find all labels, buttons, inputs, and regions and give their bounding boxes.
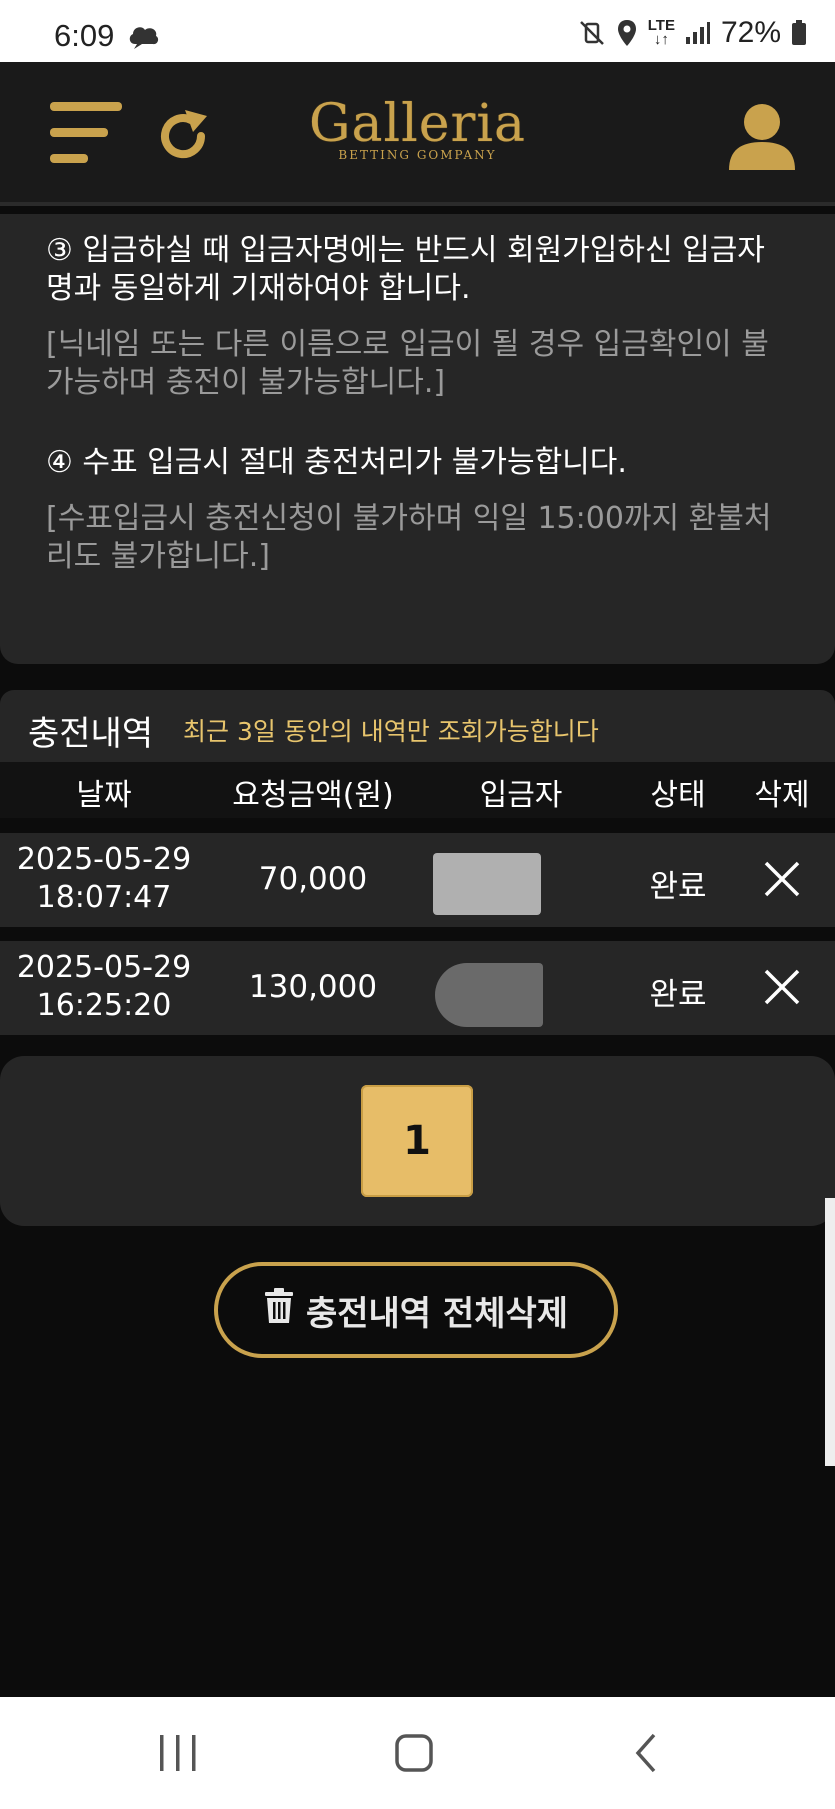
- status-icons: LTE ↓↑ 72%: [578, 16, 807, 50]
- column-depositor: 입금자: [479, 778, 563, 813]
- battery-icon: [791, 20, 807, 46]
- delete-row-icon[interactable]: [762, 967, 802, 1011]
- notice-item-4-detail: [수표입금시 충전신청이 불가하며 익일 15:00까지 환불처리도 불가합니다…: [46, 501, 772, 574]
- delete-all-history-button[interactable]: 충전내역 전체삭제: [214, 1262, 618, 1358]
- page-button-1[interactable]: 1: [361, 1085, 473, 1197]
- back-icon[interactable]: [634, 1733, 658, 1777]
- row-time: 18:07:47: [36, 880, 172, 915]
- row-date: 2025-05-29: [16, 950, 192, 985]
- location-icon: [616, 19, 638, 47]
- logo-text: Galleria: [308, 94, 527, 154]
- row-datetime: 2025-05-29 16:25:20: [17, 949, 191, 1025]
- delete-all-label: 충전내역 전체삭제: [305, 1293, 569, 1334]
- vibrate-mute-icon: [578, 19, 606, 47]
- deposit-notice-panel: ③ 입금하실 때 입금자명에는 반드시 회원가입하신 입금자명과 동일하게 기재…: [0, 214, 835, 664]
- row-status: 완료: [649, 869, 707, 905]
- notice-item-3-detail: [닉네임 또는 다른 이름으로 입금이 될 경우 입금확인이 불가능하며 충전이…: [46, 327, 769, 400]
- chat-bubble-icon: [127, 22, 161, 55]
- column-date: 날짜: [76, 778, 132, 813]
- recent-apps-icon[interactable]: [158, 1735, 198, 1775]
- depositor-redacted: [435, 963, 543, 1027]
- signal-icon: [685, 21, 711, 45]
- column-status: 상태: [650, 778, 706, 813]
- home-icon[interactable]: [394, 1733, 434, 1777]
- table-row: 2025-05-29 16:25:20 130,000 완료: [0, 941, 835, 1035]
- notice-item-3: ③ 입금하실 때 입금자명에는 반드시 회원가입하신 입금자명과 동일하게 기재…: [46, 233, 765, 306]
- system-nav-bar: [0, 1697, 835, 1809]
- battery-percent: 72%: [720, 16, 781, 49]
- scrollbar[interactable]: [825, 1198, 835, 1466]
- pagination: 1: [0, 1056, 835, 1226]
- row-datetime: 2025-05-29 18:07:47: [17, 841, 191, 917]
- history-title: 충전내역: [28, 714, 154, 754]
- row-amount: 70,000: [258, 861, 368, 897]
- row-date: 2025-05-29: [16, 842, 192, 877]
- row-time: 16:25:20: [36, 988, 172, 1023]
- logo-subtitle: BETTING GOMPANY: [338, 148, 497, 162]
- column-amount: 요청금액(원): [232, 778, 394, 813]
- row-amount: 130,000: [248, 969, 378, 1005]
- brand-logo[interactable]: Galleria BETTING GOMPANY: [0, 98, 835, 162]
- delete-row-icon[interactable]: [762, 859, 802, 903]
- row-status: 완료: [649, 977, 707, 1013]
- table-header: 날짜 요청금액(원) 입금자 상태 삭제: [0, 762, 835, 818]
- lte-icon: LTE ↓↑: [647, 17, 675, 48]
- table-row: 2025-05-29 18:07:47 70,000 완료: [0, 833, 835, 927]
- column-delete: 삭제: [754, 778, 810, 813]
- depositor-redacted: [433, 853, 541, 915]
- app-header: Galleria BETTING GOMPANY: [0, 62, 835, 206]
- status-time: 6:09: [54, 18, 115, 53]
- notice-item-4: ④ 수표 입금시 절대 충전처리가 불가능합니다.: [46, 445, 627, 480]
- status-bar: 6:09 LTE ↓↑ 72%: [0, 0, 835, 62]
- user-icon[interactable]: [727, 102, 797, 176]
- history-note: 최근 3일 동안의 내역만 조회가능합니다: [183, 717, 599, 746]
- history-header: 충전내역 최근 3일 동안의 내역만 조회가능합니다: [0, 690, 835, 762]
- trash-icon: [264, 1287, 294, 1333]
